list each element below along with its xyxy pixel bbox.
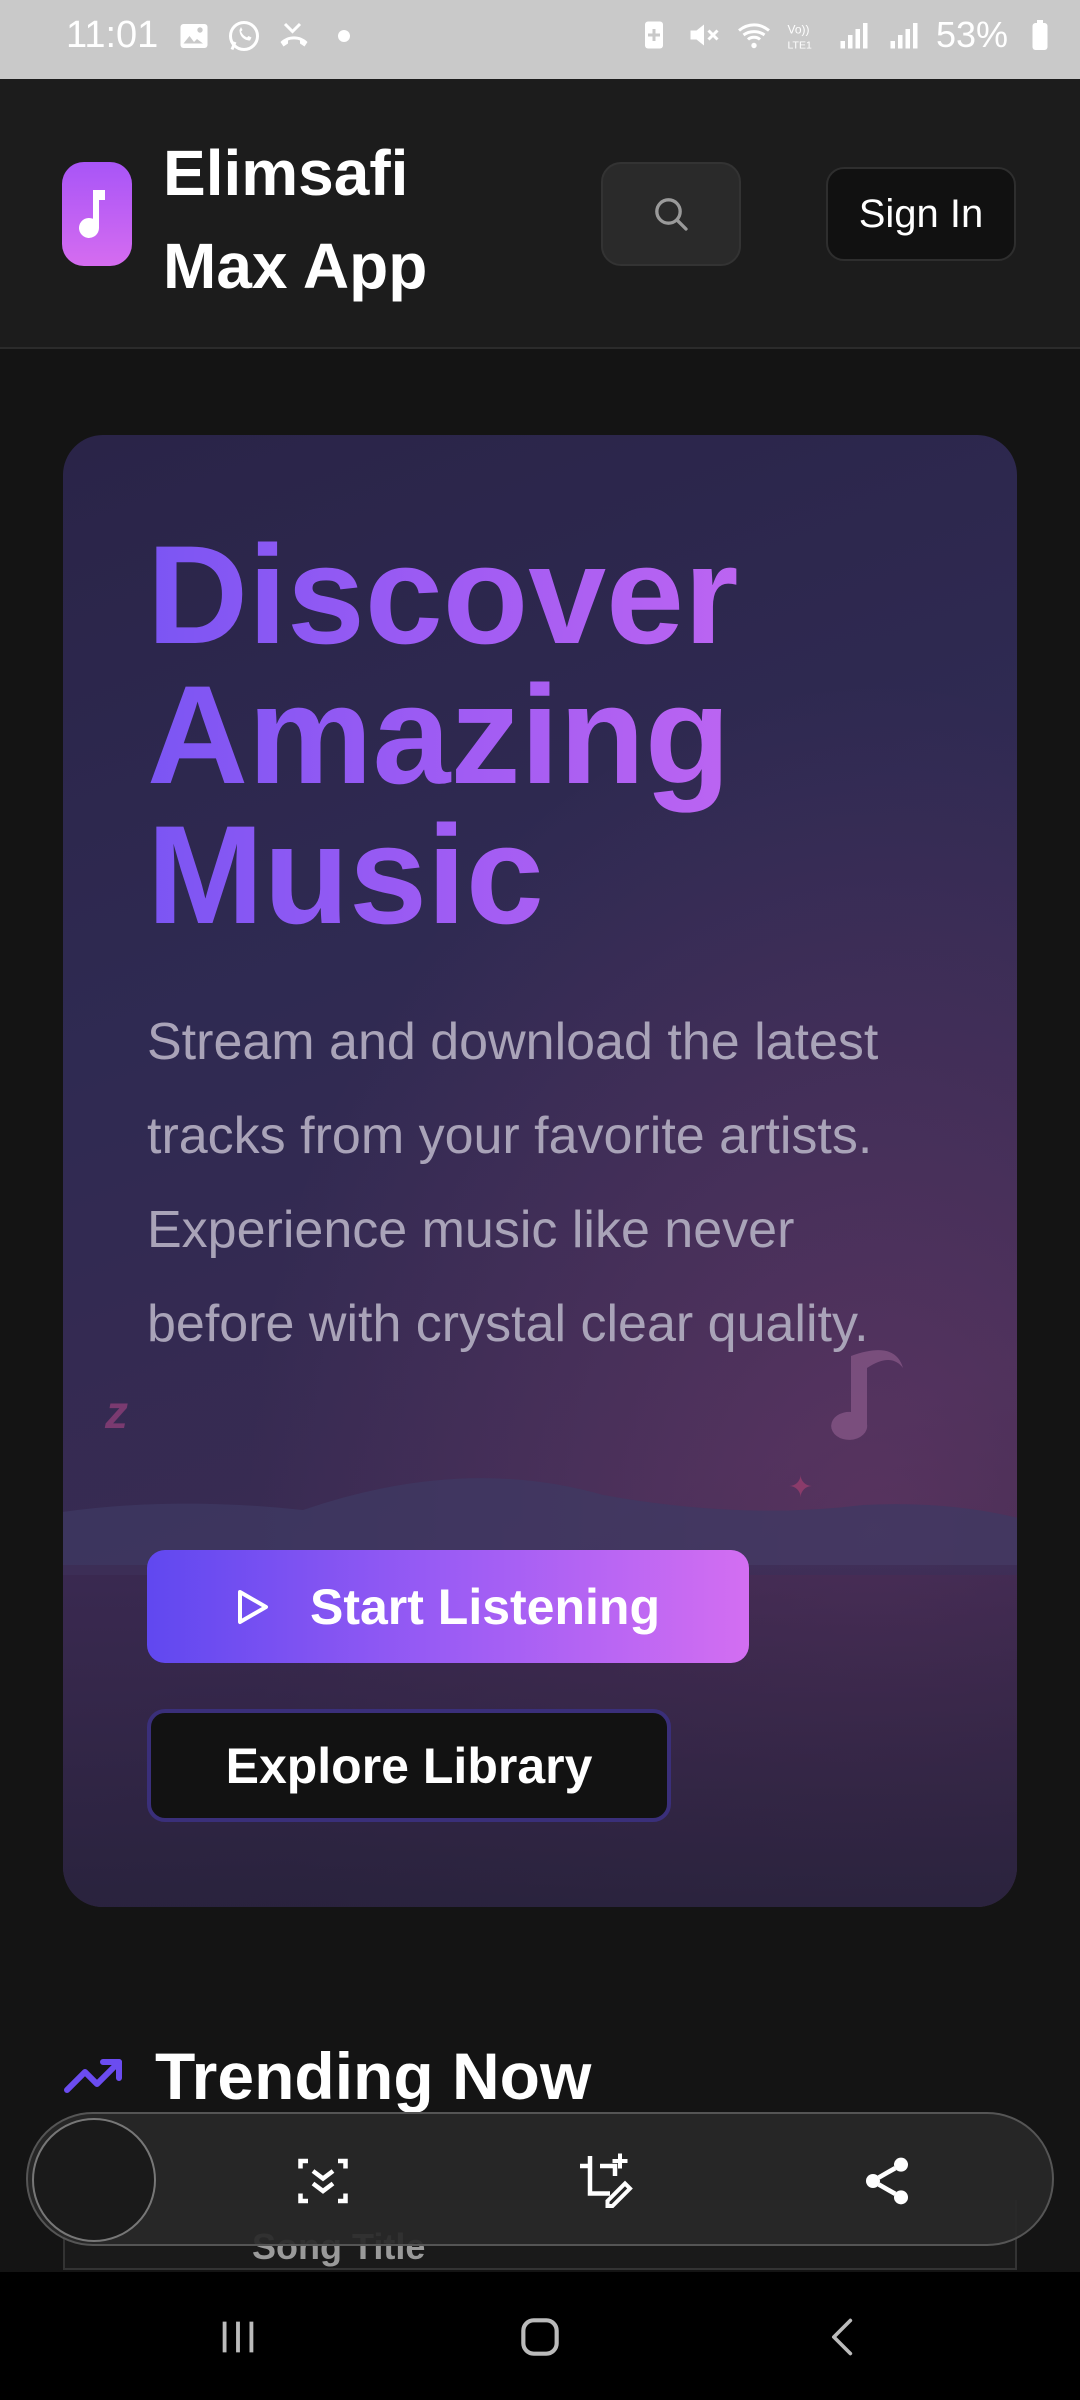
mute-icon bbox=[690, 24, 719, 46]
sleep-z-decoration: z bbox=[105, 1386, 128, 1438]
hero-section: Discover Amazing Music Stream and downlo… bbox=[63, 435, 1017, 1907]
trending-up-icon bbox=[64, 2059, 122, 2093]
start-listening-button[interactable]: Start Listening bbox=[147, 1550, 749, 1663]
status-bar: 11:01 Vo)) LTE1 53% bbox=[0, 0, 1080, 79]
scroll-capture-icon bbox=[298, 2158, 348, 2204]
scroll-capture-button[interactable] bbox=[288, 2146, 358, 2216]
star-decoration: ✦ bbox=[788, 1471, 814, 1504]
status-system-icons: Vo)) LTE1 53% bbox=[636, 14, 1058, 56]
screenshot-toolbar bbox=[26, 2112, 1054, 2246]
signal-icon bbox=[890, 23, 918, 49]
share-button[interactable] bbox=[852, 2146, 922, 2216]
recents-button[interactable] bbox=[203, 2302, 273, 2372]
home-button[interactable] bbox=[505, 2302, 575, 2372]
edit-crop-button[interactable] bbox=[570, 2146, 640, 2216]
back-icon bbox=[832, 2318, 853, 2356]
back-button[interactable] bbox=[808, 2302, 878, 2372]
volte-icon: Vo)) LTE1 bbox=[787, 23, 811, 52]
svg-text:Vo)): Vo)) bbox=[787, 23, 809, 37]
dot-icon bbox=[338, 30, 350, 42]
status-notification-icons bbox=[176, 18, 362, 54]
system-navigation-bar bbox=[0, 2272, 1080, 2400]
missed-call-icon bbox=[280, 22, 308, 47]
screenshot-thumbnail[interactable] bbox=[32, 2118, 156, 2242]
app-header: Elimsafi Max App Sign In bbox=[0, 79, 1080, 349]
whatsapp-icon bbox=[229, 21, 259, 51]
app-logo[interactable] bbox=[62, 162, 132, 266]
hero-title: Discover Amazing Music bbox=[147, 525, 947, 945]
music-note-icon bbox=[79, 190, 105, 238]
share-icon bbox=[866, 2157, 908, 2205]
status-time: 11:01 bbox=[66, 14, 159, 56]
home-icon bbox=[521, 2318, 559, 2356]
battery-icon bbox=[1032, 20, 1048, 50]
explore-library-button[interactable]: Explore Library bbox=[147, 1709, 671, 1822]
search-button[interactable] bbox=[601, 162, 741, 266]
signal-icon bbox=[840, 23, 868, 49]
start-listening-label: Start Listening bbox=[309, 1578, 661, 1635]
wifi-icon bbox=[737, 23, 770, 49]
battery-percentage: 53% bbox=[935, 14, 1008, 55]
trending-title: Trending Now bbox=[155, 2039, 592, 2113]
music-note-decoration-icon bbox=[831, 1350, 903, 1440]
edit-crop-icon bbox=[580, 2153, 633, 2208]
battery-saver-icon bbox=[644, 21, 663, 49]
sign-in-button[interactable]: Sign In bbox=[826, 167, 1016, 261]
app-title: Elimsafi Max App bbox=[163, 137, 428, 302]
recents-icon bbox=[222, 2321, 254, 2353]
hero-description: Stream and download the latest tracks fr… bbox=[147, 1013, 879, 1353]
gallery-icon bbox=[180, 24, 208, 48]
search-icon bbox=[655, 198, 688, 231]
trending-header: Trending Now bbox=[63, 2038, 591, 2114]
svg-text:LTE1: LTE1 bbox=[787, 40, 811, 52]
play-icon bbox=[237, 1589, 268, 1624]
